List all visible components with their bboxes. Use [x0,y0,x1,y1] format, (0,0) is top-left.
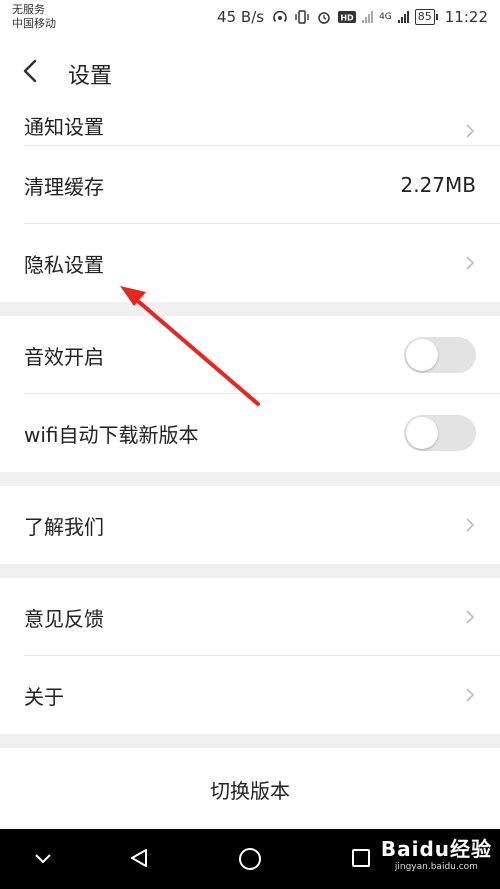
toggle-knob [406,339,438,371]
settings-item-feedback[interactable]: 意见反馈 [0,578,500,656]
section-divider [0,734,500,748]
settings-item-wifi-download: wifi自动下载新版本 [0,394,500,472]
wifi-download-toggle[interactable] [404,415,476,451]
battery-icon: 85 [414,9,438,25]
chevron-right-icon [466,688,475,702]
system-nav-bar: Baidu经验 jingyan.baidu.com [0,829,500,889]
chevron-right-icon [466,610,475,624]
settings-item-about[interactable]: 关于 [0,656,500,734]
settings-item-label: 隐私设置 [24,252,104,277]
chevron-right-icon [466,518,475,532]
carrier-name: 中国移动 [12,17,56,30]
network-speed: 45 B/s [217,8,265,26]
settings-item-label: 音效开启 [24,344,104,369]
section-divider [0,302,500,316]
back-arrow-icon[interactable] [16,56,46,86]
settings-item-privacy[interactable]: 隐私设置 [0,224,500,302]
cache-size-value: 2.27MB [400,173,476,197]
signal-bars-icon [362,11,374,23]
svg-text:HD: HD [340,14,354,23]
settings-item-about-us[interactable]: 了解我们 [0,486,500,564]
settings-item-label: 意见反馈 [24,606,104,631]
carrier-status: 无服务 [12,3,45,16]
settings-item-sound: 音效开启 [0,316,500,394]
settings-item-label: 通知设置 [24,115,104,139]
toggle-knob [406,417,438,449]
settings-item-label: 清理缓存 [24,174,104,199]
back-triangle-icon[interactable] [128,847,150,869]
settings-list: 通知设置 清理缓存 2.27MB 隐私设置 音效开启 wifi自动下载新版本 了… [0,92,500,830]
chevron-right-icon [466,124,475,138]
watermark-logo: Baidu经验 [380,837,492,861]
sound-toggle[interactable] [404,337,476,373]
status-icons: 45 B/s HD 4G 85 11:22 [217,8,488,26]
vibrate-icon [295,10,309,24]
switch-version-button[interactable]: 切换版本 [0,748,500,830]
home-circle-icon[interactable] [238,847,262,871]
recents-square-icon[interactable] [350,847,372,869]
watermark-url: jingyan.baidu.com [394,862,478,872]
page-title: 设置 [68,64,113,89]
hide-nav-chevron-icon[interactable] [32,847,54,869]
section-divider [0,472,500,486]
app-header: 设置 [0,36,500,108]
settings-item-label: 关于 [24,684,64,709]
settings-item-label: 了解我们 [24,514,104,539]
signal-bars-icon [397,11,409,23]
settings-item-label: wifi自动下载新版本 [24,422,199,447]
network-type: 4G [379,12,392,22]
status-bar: 无服务 中国移动 45 B/s HD 4G 85 11:22 [0,0,500,36]
section-divider [0,564,500,578]
clock: 11:22 [444,8,488,26]
alarm-icon [318,12,330,24]
hotspot-icon [273,10,287,22]
chevron-right-icon [466,256,475,270]
carrier-info: 无服务 中国移动 [12,3,56,31]
switch-version-label: 切换版本 [210,778,290,803]
battery-level: 85 [417,10,432,23]
watermark: Baidu经验 jingyan.baidu.com [381,833,492,872]
hd-icon: HD [338,11,357,23]
settings-item-clear-cache[interactable]: 清理缓存 2.27MB [0,146,500,224]
